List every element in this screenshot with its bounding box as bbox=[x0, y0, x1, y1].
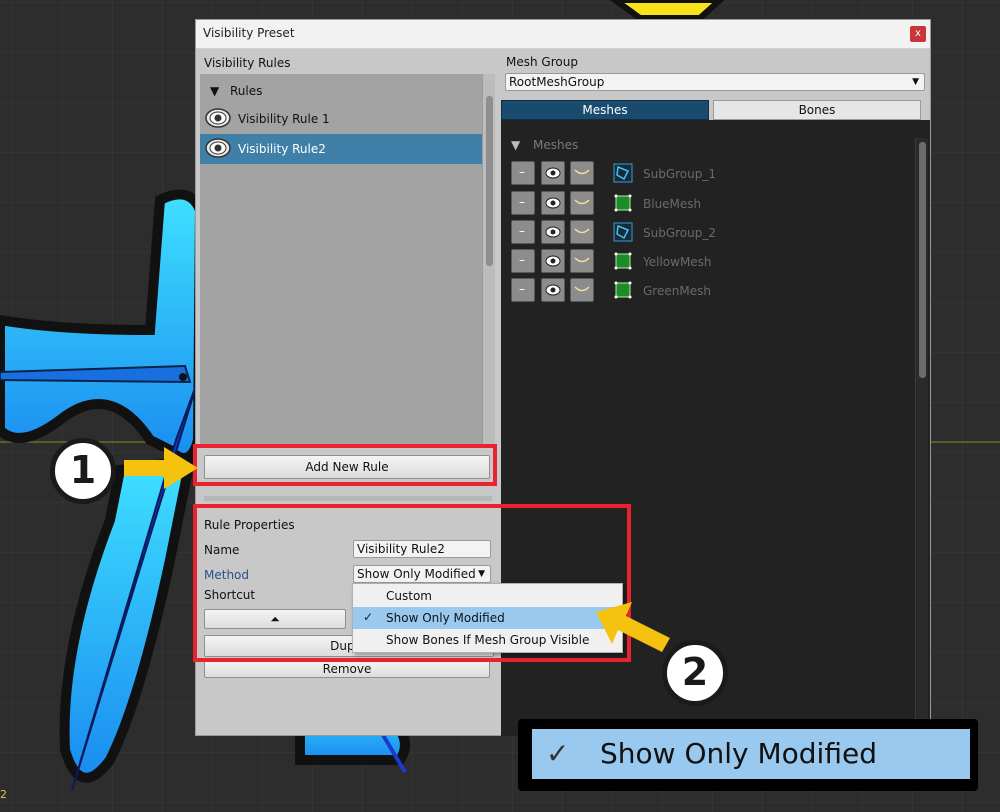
curve-toggle-button[interactable] bbox=[570, 161, 594, 185]
meshes-tree-label: Meshes bbox=[533, 138, 579, 152]
arrow-right-icon bbox=[124, 447, 198, 489]
mesh-row: – SubGroup_1 bbox=[511, 161, 811, 187]
mesh-row: – YellowMesh bbox=[511, 249, 811, 275]
tab-bones[interactable]: Bones bbox=[713, 100, 921, 120]
rules-list: ▼ Rules Visibility Rule 1 Visibility Rul… bbox=[200, 74, 495, 446]
rules-tree-arrow[interactable]: ▼ bbox=[210, 84, 219, 98]
curve-toggle-button[interactable] bbox=[570, 191, 594, 215]
zoom-callout-text: Show Only Modified bbox=[600, 737, 877, 770]
mesh-row: – BlueMesh bbox=[511, 191, 811, 217]
hide-toggle-button[interactable]: – bbox=[511, 161, 535, 185]
rule-label: Visibility Rule2 bbox=[238, 142, 326, 156]
rules-tree-label: Rules bbox=[230, 84, 263, 98]
minus-icon: – bbox=[519, 195, 525, 209]
chevron-down-icon: ▼ bbox=[912, 77, 919, 87]
eye-toggle-button[interactable] bbox=[541, 191, 565, 215]
mesh-group-label: Mesh Group bbox=[506, 55, 578, 69]
curve-icon bbox=[574, 228, 590, 234]
eye-toggle-button[interactable] bbox=[541, 278, 565, 302]
subgroup-icon bbox=[613, 163, 633, 183]
zoom-highlight: ✓ Show Only Modified bbox=[532, 729, 970, 779]
scrollbar-thumb[interactable] bbox=[919, 142, 926, 378]
curve-icon bbox=[574, 169, 590, 175]
mesh-label: BlueMesh bbox=[643, 197, 702, 211]
curve-toggle-button[interactable] bbox=[570, 249, 594, 273]
mesh-icon bbox=[614, 194, 632, 212]
curve-icon bbox=[574, 199, 590, 205]
mesh-label: SubGroup_2 bbox=[643, 226, 717, 240]
highlight-add-rule bbox=[193, 444, 497, 486]
minus-icon: – bbox=[519, 282, 525, 296]
mesh-group-select[interactable]: RootMeshGroup ▼ bbox=[505, 73, 925, 91]
axis-tick-label: 2 bbox=[0, 788, 7, 801]
eye-icon bbox=[545, 167, 561, 179]
minus-icon: – bbox=[519, 224, 525, 238]
mesh-group-value: RootMeshGroup bbox=[509, 75, 605, 89]
subgroup-icon bbox=[613, 222, 633, 242]
rule-item-2[interactable]: Visibility Rule2 bbox=[200, 134, 482, 164]
rule-label: Visibility Rule 1 bbox=[238, 112, 330, 126]
hide-toggle-button[interactable]: – bbox=[511, 220, 535, 244]
scrollbar-thumb[interactable] bbox=[486, 96, 493, 266]
eye-toggle-button[interactable] bbox=[541, 249, 565, 273]
mesh-row: – SubGroup_2 bbox=[511, 220, 811, 246]
arrow-left-icon bbox=[596, 602, 670, 652]
hide-toggle-button[interactable]: – bbox=[511, 249, 535, 273]
eye-icon bbox=[545, 197, 561, 209]
eye-toggle-button[interactable] bbox=[541, 161, 565, 185]
rule-item-1[interactable]: Visibility Rule 1 bbox=[200, 104, 482, 134]
eye-icon bbox=[545, 284, 561, 296]
eye-toggle-button[interactable] bbox=[541, 220, 565, 244]
eye-icon bbox=[205, 108, 231, 128]
mesh-row: – GreenMesh bbox=[511, 278, 811, 304]
rules-scrollbar[interactable] bbox=[482, 74, 495, 446]
remove-button[interactable]: Remove bbox=[204, 660, 490, 678]
curve-icon bbox=[574, 257, 590, 263]
curve-toggle-button[interactable] bbox=[570, 278, 594, 302]
mesh-icon bbox=[614, 252, 632, 270]
hide-toggle-button[interactable]: – bbox=[511, 278, 535, 302]
visibility-rules-label: Visibility Rules bbox=[204, 56, 291, 70]
eye-icon bbox=[205, 138, 231, 158]
mesh-label: GreenMesh bbox=[643, 284, 711, 298]
check-icon: ✓ bbox=[546, 737, 570, 770]
mesh-icon bbox=[614, 281, 632, 299]
mesh-label: SubGroup_1 bbox=[643, 167, 717, 181]
step-badge-1: 1 bbox=[50, 438, 116, 504]
meshes-scrollbar[interactable] bbox=[915, 138, 928, 734]
close-button[interactable]: x bbox=[910, 26, 926, 42]
curve-toggle-button[interactable] bbox=[570, 220, 594, 244]
eye-icon bbox=[545, 255, 561, 267]
hide-toggle-button[interactable]: – bbox=[511, 191, 535, 215]
tab-meshes[interactable]: Meshes bbox=[501, 100, 709, 120]
zoom-callout: ✓ Show Only Modified bbox=[518, 719, 978, 791]
minus-icon: – bbox=[519, 253, 525, 267]
mesh-label: YellowMesh bbox=[643, 255, 712, 269]
eye-icon bbox=[545, 226, 561, 238]
title-bar[interactable]: Visibility Preset x bbox=[196, 20, 930, 49]
window-title: Visibility Preset bbox=[203, 26, 295, 40]
minus-icon: – bbox=[519, 165, 525, 179]
panel-separator bbox=[204, 496, 492, 501]
meshes-tree-arrow[interactable]: ▼ bbox=[511, 138, 520, 152]
highlight-rule-properties bbox=[193, 504, 631, 662]
curve-icon bbox=[574, 286, 590, 292]
